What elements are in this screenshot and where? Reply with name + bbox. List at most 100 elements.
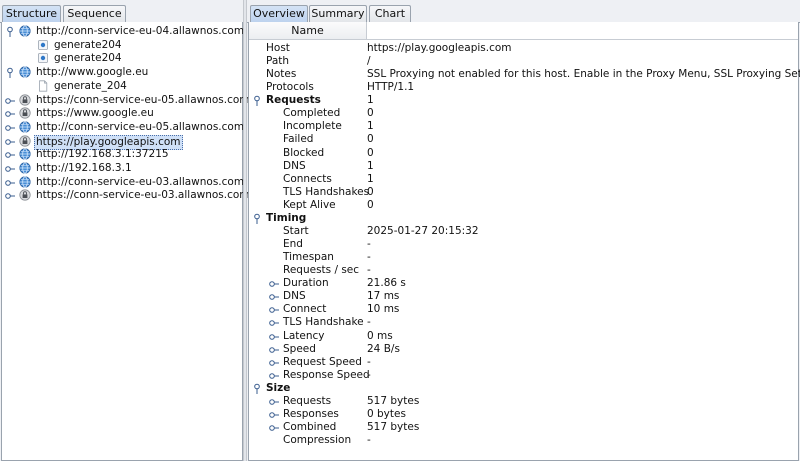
request-icon [37,52,49,64]
overview-row[interactable]: Failed 0 [249,133,798,146]
tree-item-label: http://conn-service-eu-03.allawnos.com [36,175,245,188]
globe-icon [19,121,31,133]
tree-item[interactable]: generate204 [2,39,242,52]
tree-item[interactable]: generate_204 [2,80,242,93]
overview-row-value: HTTP/1.1 [367,81,415,94]
tree-item[interactable]: https://www.google.eu [2,107,242,120]
overview-row-label: Response Speed [283,368,370,381]
collapse-handle-icon[interactable] [5,67,15,79]
tab-summary[interactable]: Summary [309,5,367,22]
expand-handle-icon[interactable] [5,177,15,189]
tree-item[interactable]: https://conn-service-eu-03.allawnos.com [2,189,250,202]
overview-row-label: Start [283,224,309,237]
overview-row[interactable]: Speed 24 B/s [249,343,798,356]
overview-row[interactable]: Completed 0 [249,107,798,120]
overview-row-value: 24 B/s [367,342,400,355]
overview-row-label: Duration [283,277,329,290]
overview-table: Name Host https://play.googleapis.com Path… [248,22,800,461]
expand-handle-icon[interactable] [5,108,15,120]
tree-item[interactable]: http://conn-service-eu-04.allawnos.com [2,25,244,38]
overview-row-label: End [283,238,303,251]
overview-row[interactable]: DNS 17 ms [249,290,798,303]
expand-handle-icon[interactable] [5,136,15,148]
overview-row[interactable]: Protocols HTTP/1.1 [249,81,798,94]
tree-item[interactable]: generate204 [2,52,242,65]
tree-item-label: generate_204 [54,79,127,92]
expand-handle-icon[interactable] [5,190,15,202]
lock-icon [19,189,31,201]
overview-row-label: Latency [283,329,325,342]
overview-row-value: 0 [367,146,374,159]
tab-chart[interactable]: Chart [369,5,411,22]
overview-row-value: 517 bytes [367,421,420,434]
tree-item-label: generate204 [54,52,122,65]
overview-row[interactable]: Kept Alive 0 [249,199,798,212]
overview-row-label: Blocked [283,146,325,159]
expand-handle-icon[interactable] [269,278,279,290]
name-column-header[interactable]: Name [249,22,367,39]
overview-row[interactable]: Start 2025-01-27 20:15:32 [249,225,798,238]
overview-row[interactable]: End - [249,238,798,251]
overview-row[interactable]: Connects 1 [249,173,798,186]
tab-structure[interactable]: Structure [2,5,61,23]
overview-row[interactable]: Blocked 0 [249,147,798,160]
expand-handle-icon[interactable] [269,370,279,382]
tree-item-label: https://conn-service-eu-03.allawnos.com [36,189,250,202]
expand-handle-icon[interactable] [269,396,279,408]
tree-item[interactable]: https://conn-service-eu-05.allawnos.com [2,94,250,107]
overview-row[interactable]: Requests 517 bytes [249,395,798,408]
structure-pane: Structure Sequence http://conn-service-e… [0,0,250,461]
overview-row[interactable]: Path / [249,55,798,68]
overview-row[interactable]: Duration 21.86 s [249,277,798,290]
overview-row[interactable]: Notes SSL Proxying not enabled for this h… [249,68,800,81]
collapse-handle-icon[interactable] [252,383,262,395]
overview-row-label: Incomplete [283,120,342,133]
overview-row[interactable]: Timing [249,212,798,225]
request-icon [37,39,49,51]
expand-handle-icon[interactable] [269,422,279,434]
expand-handle-icon[interactable] [269,317,279,329]
overview-row[interactable]: Latency 0 ms [249,330,798,343]
globe-icon [19,162,31,174]
expand-handle-icon[interactable] [269,331,279,343]
expand-handle-icon[interactable] [269,409,279,421]
expand-handle-icon[interactable] [5,163,15,175]
overview-row[interactable]: Incomplete 1 [249,120,798,133]
collapse-handle-icon[interactable] [252,213,262,225]
overview-row-value: 1 [367,120,374,133]
overview-row[interactable]: DNS 1 [249,160,798,173]
overview-row[interactable]: Response Speed - [249,369,798,382]
overview-row-value: https://play.googleapis.com [367,42,512,54]
overview-row[interactable]: Combined 517 bytes [249,421,798,434]
tree-item[interactable]: http://www.google.eu [2,66,242,79]
collapse-handle-icon[interactable] [5,26,15,38]
overview-row[interactable]: Requests / sec - [249,264,798,277]
overview-row[interactable]: Host https://play.googleapis.com [249,42,798,55]
expand-handle-icon[interactable] [5,122,15,134]
collapse-handle-icon[interactable] [252,95,262,107]
overview-row[interactable]: Requests 1 [249,94,798,107]
overview-row[interactable]: Responses 0 bytes [249,408,798,421]
expand-handle-icon[interactable] [269,304,279,316]
tree-item[interactable]: http://192.168.3.1:37215 [2,148,242,161]
overview-row[interactable]: Request Speed - [249,356,798,369]
expand-handle-icon[interactable] [269,291,279,303]
tree-item[interactable]: http://conn-service-eu-05.allawnos.com [2,121,244,134]
tab-sequence[interactable]: Sequence [63,5,126,22]
overview-row[interactable]: Timespan - [249,251,798,264]
overview-row[interactable]: TLS Handshakes 0 [249,186,798,199]
expand-handle-icon[interactable] [5,149,15,161]
overview-pane: Overview Summary Chart Name Host https://… [247,0,800,461]
tree-item[interactable]: http://conn-service-eu-03.allawnos.com [2,175,245,189]
expand-handle-icon[interactable] [5,95,15,107]
expand-handle-icon[interactable] [269,344,279,356]
overview-row[interactable]: Compression - [249,434,798,447]
overview-row[interactable]: TLS Handshake - [249,316,798,329]
tree-item[interactable]: http://192.168.3.1 [2,162,242,175]
overview-row[interactable]: Connect 10 ms [249,303,798,316]
tab-overview[interactable]: Overview [250,5,308,23]
tree-item[interactable]: https://play.googleapis.com [2,134,242,150]
overview-row[interactable]: Size [249,382,798,395]
tree-item-label: https://conn-service-eu-05.allawnos.com [36,93,250,106]
expand-handle-icon[interactable] [269,357,279,369]
